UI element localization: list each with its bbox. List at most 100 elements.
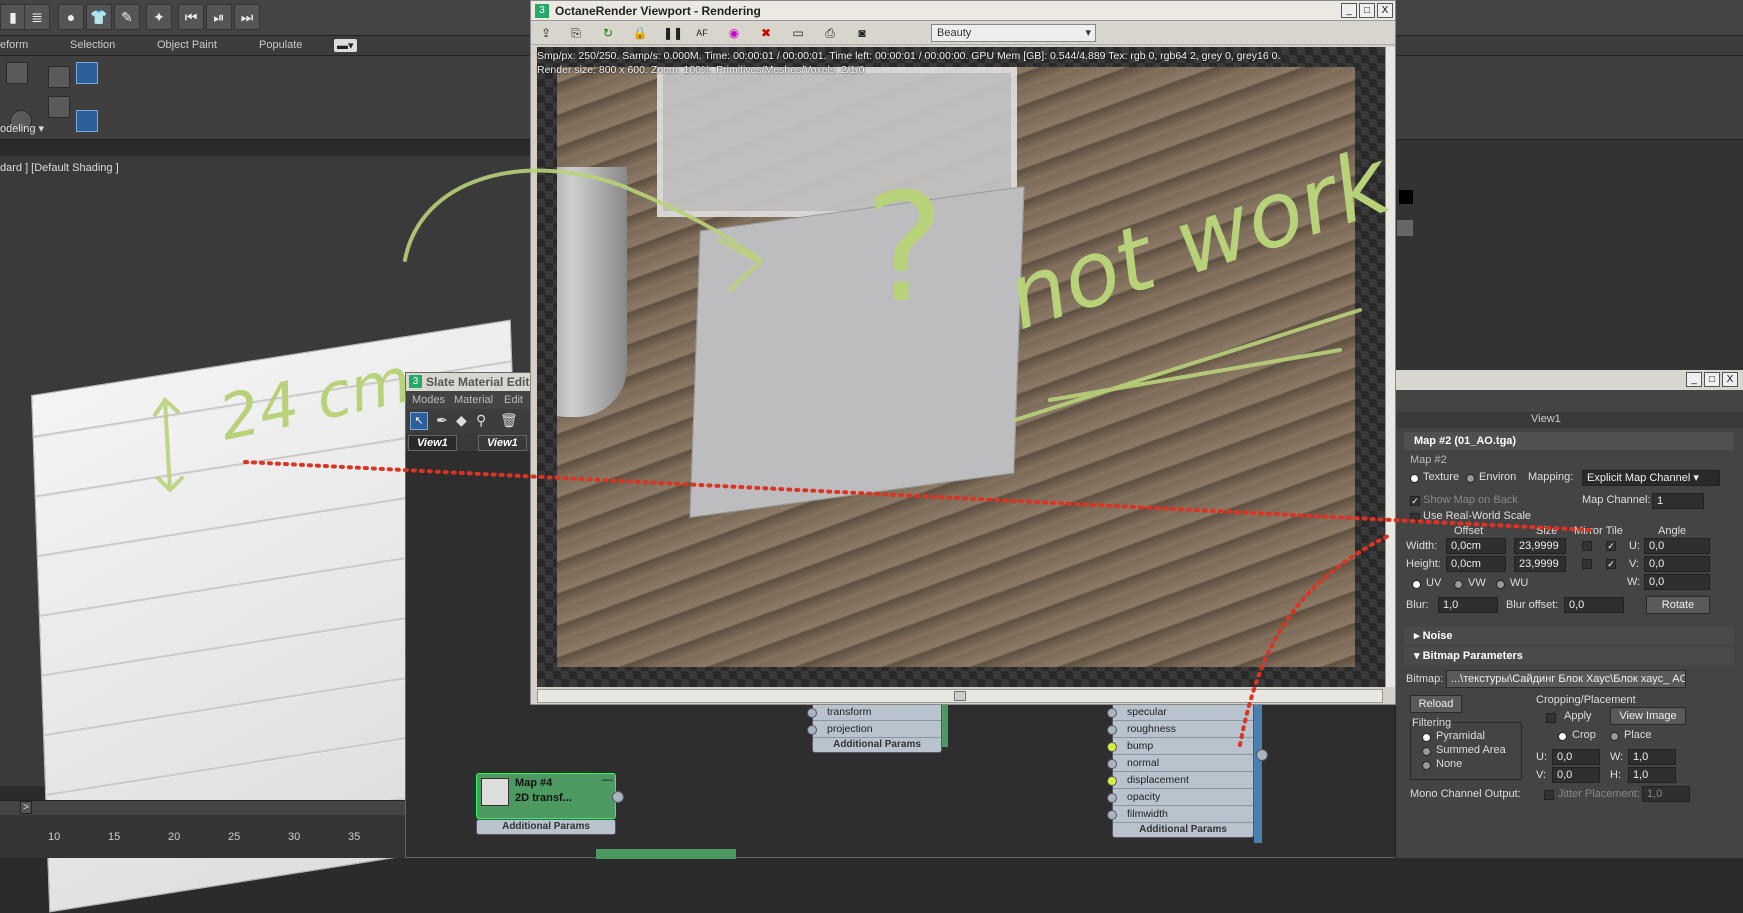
paint-icon[interactable]: ✎ [114, 4, 140, 30]
camera-icon[interactable]: ◙ [853, 24, 871, 42]
play-key-icon[interactable]: ⏯ [206, 4, 232, 30]
export-icon[interactable]: ⇪ [537, 24, 555, 42]
color-picker-icon[interactable]: ◉ [725, 24, 743, 42]
node-slot-displacement[interactable]: displacement [1107, 772, 1253, 789]
printer-icon[interactable]: ⎙ [821, 24, 839, 42]
eyedropper-icon[interactable]: ✒ [436, 412, 448, 429]
radio-none[interactable] [1422, 761, 1431, 770]
blur-offset-field[interactable]: 0,0 [1564, 597, 1624, 613]
shirt-icon[interactable]: 👕 [86, 4, 112, 30]
node-slot[interactable]: specular [1107, 704, 1253, 721]
mirror-u-checkbox[interactable] [1582, 541, 1592, 551]
copy-icon[interactable]: ⎘ [567, 24, 585, 42]
use-real-world-checkbox[interactable] [1410, 513, 1420, 523]
ribbon-tab[interactable]: eform [0, 39, 28, 51]
pick-icon[interactable]: ⚲ [476, 412, 486, 429]
horizontal-scrollbar[interactable] [537, 689, 1383, 703]
radio-place[interactable] [1610, 732, 1619, 741]
radio-texture[interactable] [1410, 474, 1419, 483]
radio-summed-area[interactable] [1422, 747, 1431, 756]
maximize-button[interactable]: □ [1359, 3, 1375, 18]
lock-icon[interactable]: 🔒 [631, 24, 649, 42]
viewport-label[interactable]: dard ] [Default Shading ] [0, 162, 119, 174]
node-slot[interactable]: transform [807, 704, 941, 721]
menu-modes[interactable]: Modes [412, 394, 445, 406]
node-uvw-mapping[interactable]: transform projection Additional Params [807, 703, 942, 753]
ribbon-tab[interactable]: Object Paint [157, 39, 217, 51]
radio-crop[interactable] [1558, 732, 1567, 741]
radio-uv[interactable] [1412, 580, 1421, 589]
crop-w-field[interactable]: 1,0 [1628, 749, 1676, 765]
menu-edit[interactable]: Edit [504, 394, 523, 406]
color-swatch[interactable] [1399, 190, 1413, 204]
mirror-v-checkbox[interactable] [1582, 559, 1592, 569]
layer-icon[interactable]: ≣ [24, 4, 50, 30]
map-channel-spinner[interactable]: 1 [1652, 493, 1704, 509]
ribbon-button-active[interactable] [76, 62, 98, 84]
ribbon-tab[interactable]: Populate [259, 39, 302, 51]
node-octane-material[interactable]: specular roughness bump normal displacem… [1107, 703, 1254, 838]
vertical-scrollbar[interactable] [1385, 47, 1395, 687]
close-button[interactable]: X [1377, 3, 1393, 18]
node-output-socket[interactable] [1256, 749, 1268, 761]
timeline[interactable]: > 10 15 20 25 30 35 [0, 800, 410, 858]
ribbon-button[interactable] [48, 96, 70, 118]
maximize-button[interactable]: □ [1704, 372, 1720, 387]
assign-material-icon[interactable]: ◆ [456, 412, 467, 429]
view-image-button[interactable]: View Image [1610, 707, 1686, 725]
auto-focus-icon[interactable]: AF [693, 24, 711, 42]
node-slot[interactable]: filmwidth [1107, 806, 1253, 823]
node-output-socket[interactable] [612, 791, 624, 803]
node-additional-params[interactable]: Additional Params [813, 738, 941, 752]
crop-h-field[interactable]: 1,0 [1628, 767, 1676, 783]
angle-w-field[interactable]: 0,0 [1644, 574, 1710, 590]
node-slot[interactable]: projection [807, 721, 941, 738]
ribbon-button[interactable] [48, 66, 70, 88]
mapping-dropdown[interactable]: Explicit Map Channel ▾ [1582, 470, 1720, 486]
select-tool-icon[interactable]: ↖ [410, 412, 428, 430]
render-canvas[interactable] [537, 47, 1385, 687]
ribbon-button-active[interactable] [76, 110, 98, 132]
tab-view1-active[interactable]: View1 [478, 435, 527, 451]
minimize-button[interactable]: _ [1341, 3, 1357, 18]
ribbon-button[interactable] [6, 62, 28, 84]
menu-material[interactable]: Material [454, 394, 493, 406]
rotate-button[interactable]: Rotate [1646, 596, 1710, 614]
tab-view1[interactable]: View1 [408, 435, 457, 451]
region-icon[interactable]: ✖ [757, 24, 775, 42]
node-map4-params[interactable]: Additional Params [476, 819, 616, 835]
ribbon-dropdown[interactable]: odeling ▾ [0, 122, 44, 135]
refresh-icon[interactable]: ↻ [599, 24, 617, 42]
reload-button[interactable]: Reload [1410, 695, 1462, 713]
angle-v-field[interactable]: 0,0 [1644, 556, 1710, 572]
jitter-checkbox[interactable] [1544, 790, 1554, 800]
jitter-field[interactable]: 1,0 [1642, 786, 1690, 802]
dropdown-icon[interactable] [1397, 220, 1413, 236]
angle-u-field[interactable]: 0,0 [1644, 538, 1710, 554]
display-icon[interactable]: ▭ [789, 24, 807, 42]
render-pass-dropdown[interactable]: Beauty ▾ [931, 24, 1096, 42]
radio-vw[interactable] [1454, 580, 1463, 589]
scroll-thumb[interactable] [954, 691, 966, 701]
timeline-next-button[interactable]: > [20, 801, 32, 814]
node-additional-params[interactable]: Additional Params [477, 820, 615, 834]
sparkle-icon[interactable]: ✦ [146, 4, 172, 30]
crop-v-field[interactable]: 0,0 [1552, 767, 1600, 783]
ribbon-tab[interactable]: Selection [70, 39, 115, 51]
width-size-field[interactable]: 23,9999 [1514, 538, 1566, 554]
toolbar-icon[interactable]: ▮ [0, 4, 26, 30]
bitmap-path-button[interactable]: ...\текстуры\Сайдинг Блок Хаус\Блок хаус… [1446, 670, 1686, 688]
tile-u-checkbox[interactable]: ✓ [1606, 541, 1616, 551]
noise-rollout[interactable]: ▸ Noise [1404, 627, 1734, 645]
radio-pyramidal[interactable] [1422, 733, 1431, 742]
sphere-icon[interactable]: ● [58, 4, 84, 30]
blur-field[interactable]: 1,0 [1438, 597, 1498, 613]
node-slot-bump[interactable]: bump [1107, 738, 1253, 755]
height-offset-field[interactable]: 0,0cm [1446, 556, 1506, 572]
crop-u-field[interactable]: 0,0 [1552, 749, 1600, 765]
node-slot[interactable]: roughness [1107, 721, 1253, 738]
prev-key-icon[interactable]: ⏮ [178, 4, 204, 30]
bitmap-params-rollout[interactable]: ▾ Bitmap Parameters [1404, 647, 1734, 665]
radio-wu[interactable] [1496, 580, 1505, 589]
node-map4[interactable]: Map #4 2D transf... — [476, 773, 616, 819]
